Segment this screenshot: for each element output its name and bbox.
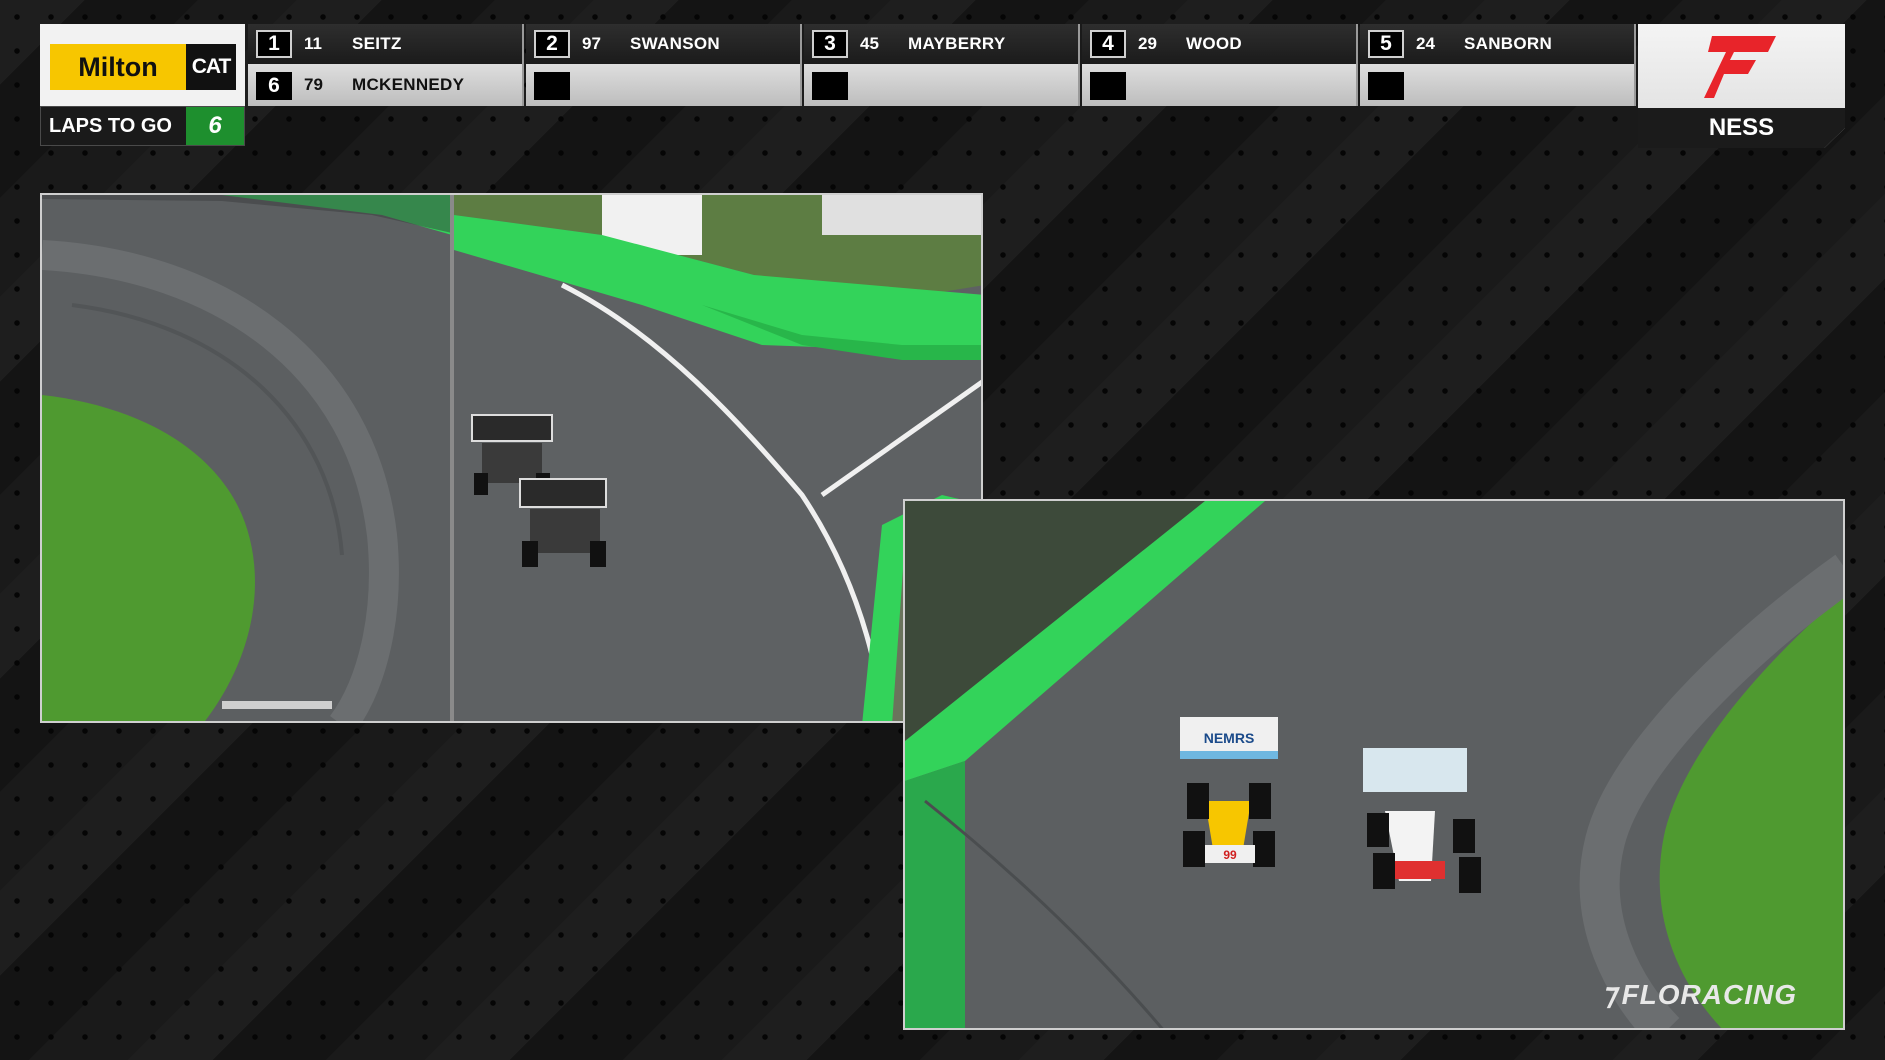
leaderboard-entry-empty — [1360, 64, 1636, 106]
driver-name: SEITZ — [352, 34, 402, 53]
race-car-white — [1363, 748, 1481, 893]
sponsor-brand: CAT — [186, 44, 236, 90]
floracing-logo-icon: ⁊ — [1601, 978, 1618, 1011]
car-wing-text: NEMRS — [1204, 730, 1255, 746]
leaderboard-entry-empty — [1082, 64, 1358, 106]
laps-to-go-value: 6 — [186, 107, 244, 145]
camera-feed-left-image — [42, 195, 981, 721]
laps-to-go: LAPS TO GO 6 — [40, 106, 245, 146]
position — [1368, 72, 1404, 100]
camera-feed-left — [40, 193, 983, 723]
car-number: 45 — [860, 34, 879, 53]
leaderboard-entry: 3 45 MAYBERRY — [804, 24, 1080, 64]
position: 2 — [534, 30, 570, 58]
driver-name: MAYBERRY — [908, 34, 1006, 53]
car-number: 97 — [582, 34, 601, 53]
series-brand: NESS — [1638, 24, 1845, 148]
position: 4 — [1090, 30, 1126, 58]
flosports-f-icon — [1704, 36, 1776, 98]
position: 5 — [1368, 30, 1404, 58]
leaderboard-entry: 5 24 SANBORN — [1360, 24, 1636, 64]
leaderboard-entry: 6 79 MCKENNEDY — [248, 64, 524, 106]
driver-name: SANBORN — [1464, 34, 1553, 53]
driver-name: SWANSON — [630, 34, 720, 53]
sponsor-brand-text: CAT — [191, 55, 232, 78]
position: 1 — [256, 30, 292, 58]
leaderboard-entry-empty — [804, 64, 1080, 106]
car-number: 24 — [1416, 34, 1435, 53]
car-number: 29 — [1138, 34, 1157, 53]
series-name: NESS — [1638, 108, 1845, 148]
camera-feed-right-image: NEMRS 99 — [905, 501, 1843, 1028]
position — [1090, 72, 1126, 100]
position: 6 — [256, 72, 292, 100]
car-number-decal: 99 — [1223, 848, 1237, 862]
position: 3 — [812, 30, 848, 58]
driver-name: WOOD — [1186, 34, 1242, 53]
camera-feed-right: NEMRS 99 ⁊ FLORACING — [903, 499, 1845, 1030]
leaderboard-entry: 1 11 SEITZ — [248, 24, 524, 64]
sponsor-name: Milton — [50, 44, 186, 90]
leaderboard-entry: 2 97 SWANSON — [526, 24, 802, 64]
leaderboard: 1 11 SEITZ 2 97 SWANSON 3 45 MAYBERRY 4 … — [248, 24, 1638, 106]
laps-to-go-label: LAPS TO GO — [49, 115, 172, 137]
driver-name: MCKENNEDY — [352, 75, 465, 94]
leaderboard-entry: 4 29 WOOD — [1082, 24, 1358, 64]
position — [812, 72, 848, 100]
sponsor-logo: Milton CAT — [40, 24, 245, 106]
watermark-text: FLORACING — [1621, 979, 1797, 1010]
car-number: 11 — [304, 34, 322, 53]
car-number: 79 — [304, 75, 323, 94]
position — [534, 72, 570, 100]
floracing-watermark: ⁊ FLORACING — [1602, 977, 1797, 1012]
leaderboard-entry-empty — [526, 64, 802, 106]
